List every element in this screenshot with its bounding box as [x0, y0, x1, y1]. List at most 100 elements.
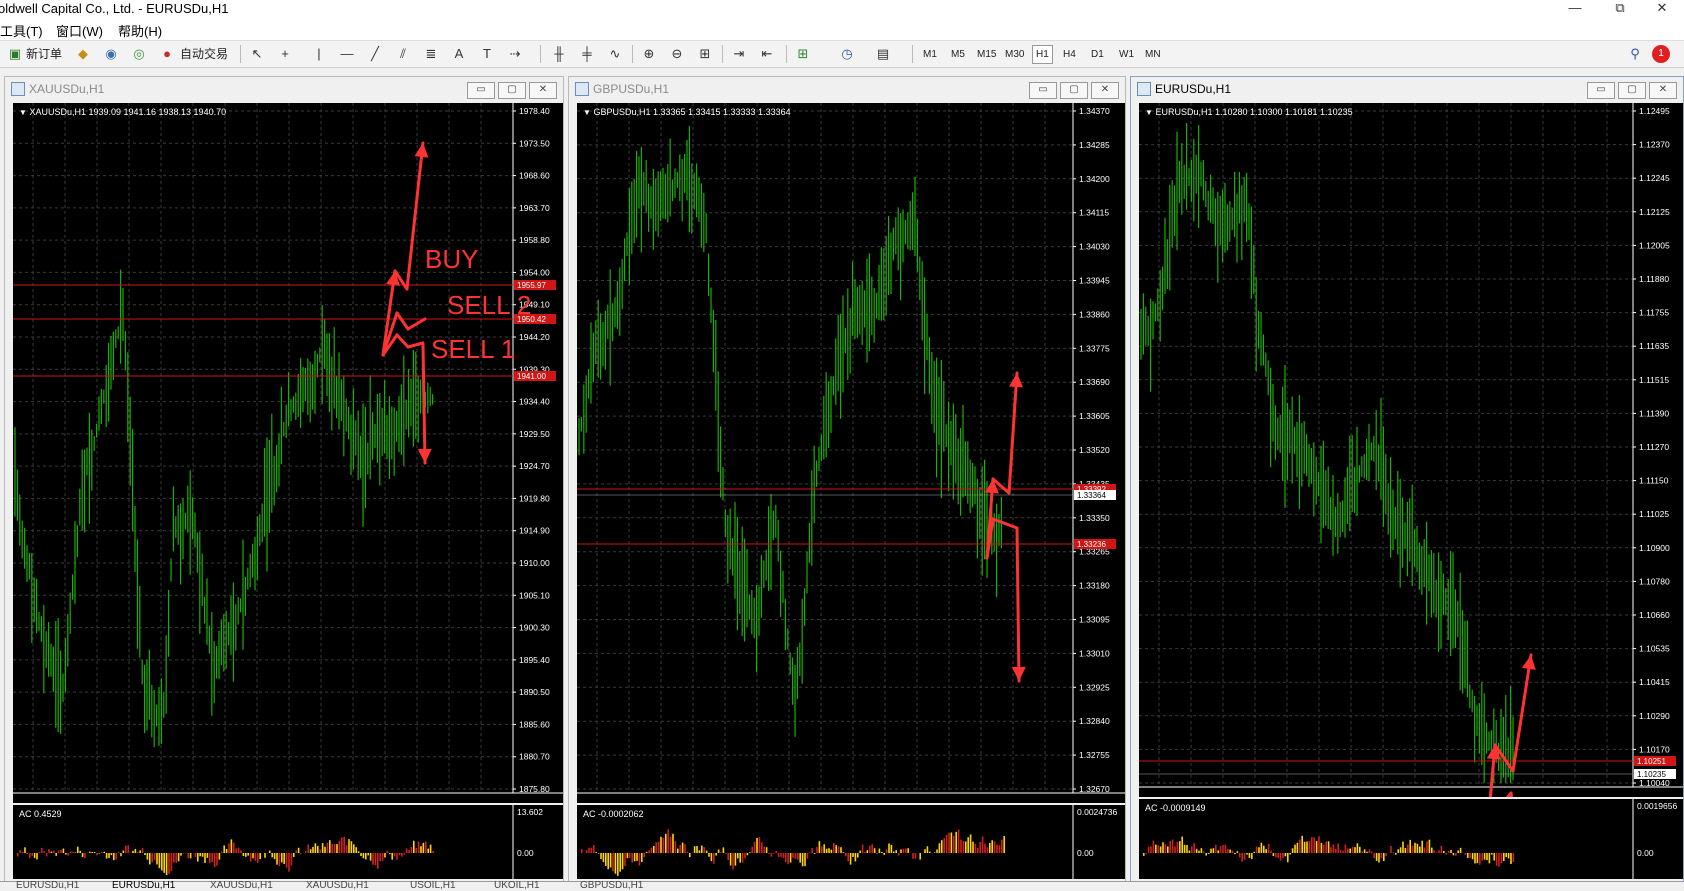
chart-minimize-button[interactable]: ▭ [467, 82, 495, 99]
timeframe-m15[interactable]: M15 [974, 46, 999, 63]
chart-tab[interactable]: XAUUSDu,H1 [210, 880, 273, 891]
timeframe-h4[interactable]: H4 [1060, 46, 1079, 63]
ac-bar [1222, 845, 1224, 853]
price-chart[interactable]: 1.343701.342851.342001.341151.340301.339… [577, 103, 1125, 803]
cursor-icon[interactable]: ↖ [248, 45, 266, 63]
chart-tab[interactable]: UKOIL,H1 [494, 880, 540, 891]
timeframe-m5[interactable]: M5 [948, 46, 968, 63]
price-tick-label: 1914.90 [519, 526, 550, 536]
candle-chart-icon[interactable]: ╪ [578, 45, 596, 63]
timeframe-d1[interactable]: D1 [1088, 46, 1107, 63]
ac-indicator-panel[interactable]: 0.00196560.00 AC -0.0009149 [1139, 799, 1683, 879]
price-tick-label: 1.34370 [1079, 106, 1110, 116]
ac-bar [175, 853, 177, 863]
ac-bar [1277, 853, 1279, 858]
ac-bar [888, 843, 890, 853]
price-chart[interactable]: 1.124951.123701.122451.121251.120051.118… [1139, 103, 1683, 797]
ac-bar [826, 849, 828, 853]
minimize-button[interactable]: — [1555, 0, 1595, 15]
menu-tools[interactable]: 工具(T) [0, 21, 43, 40]
chart-menu-icon[interactable]: ▼ [19, 108, 27, 117]
zoom-in-icon[interactable]: ⊕ [640, 45, 658, 63]
menu-help[interactable]: 帮助(H) [118, 21, 162, 40]
chart-close-button[interactable]: ✕ [1091, 82, 1119, 99]
chart-maximize-button[interactable]: ▢ [498, 82, 526, 99]
chart-tab-active[interactable]: EURUSDu,H1 [112, 880, 175, 891]
chart-menu-icon[interactable]: ▼ [1145, 108, 1153, 117]
ac-bar [807, 853, 809, 858]
periods-clock-icon[interactable]: ◷ [838, 45, 856, 63]
indicators-icon[interactable]: ⊞ [794, 45, 812, 63]
signals-icon[interactable]: ◎ [130, 45, 148, 63]
menu-window[interactable]: 窗口(W) [56, 21, 103, 40]
chart-minimize-button[interactable]: ▭ [1587, 82, 1615, 99]
arrows-icon[interactable]: ⇢ [506, 45, 524, 63]
ac-bar [996, 845, 998, 853]
ac-bar [898, 853, 900, 855]
ac-bar [396, 853, 398, 860]
ac-bar [259, 853, 261, 859]
notification-badge[interactable]: 1 [1652, 45, 1670, 63]
ac-bar [984, 844, 986, 853]
ac-bar [1289, 853, 1291, 855]
ac-bar [833, 843, 835, 853]
chart-tab[interactable]: XAUUSDu,H1 [306, 880, 369, 891]
timeframe-m1[interactable]: M1 [920, 46, 940, 63]
ac-bar [895, 850, 897, 853]
timeframe-m30[interactable]: M30 [1002, 46, 1027, 63]
search-icon[interactable]: ⚲ [1626, 45, 1644, 63]
autoscroll-icon[interactable]: ⇥ [730, 45, 748, 63]
crosshair-icon[interactable]: + [276, 45, 294, 63]
terminal-icon[interactable]: ◉ [102, 45, 120, 63]
ac-indicator-panel[interactable]: 0.00247360.00 AC -0.0002062 [577, 805, 1125, 879]
ac-indicator-panel[interactable]: 13.6020.00 AC 0.4529 [13, 805, 563, 879]
ac-bar [811, 848, 813, 853]
vertical-line-icon[interactable]: | [310, 45, 328, 63]
bar-chart-icon[interactable]: ╫ [550, 45, 568, 63]
zoom-out-icon[interactable]: ⊖ [668, 45, 686, 63]
horizontal-line-icon[interactable]: — [338, 45, 356, 63]
ac-bar [706, 851, 708, 853]
ac-bar [70, 851, 72, 853]
chart-close-button[interactable]: ✕ [1649, 82, 1677, 99]
price-tick-label: 1968.60 [519, 171, 550, 181]
tile-windows-icon[interactable]: ⊞ [696, 45, 714, 63]
ac-bar [1465, 853, 1467, 855]
chart-minimize-button[interactable]: ▭ [1029, 82, 1057, 99]
price-tick-label: 1.34200 [1079, 174, 1110, 184]
ac-bar [346, 845, 348, 853]
trendline-icon[interactable]: ╱ [366, 45, 384, 63]
text-icon[interactable]: A [450, 45, 468, 63]
ac-bar [291, 853, 293, 866]
ac-bar [1239, 853, 1241, 857]
ac-bar [1472, 853, 1474, 859]
text-label-icon[interactable]: T [478, 45, 496, 63]
line-chart-icon[interactable]: ∿ [606, 45, 624, 63]
ac-bar [862, 845, 864, 853]
chart-menu-icon[interactable]: ▼ [583, 108, 591, 117]
chart-tab[interactable]: GBPUSDu,H1 [580, 880, 643, 891]
ac-bar [413, 841, 415, 853]
timeframe-mn[interactable]: MN [1142, 46, 1164, 63]
restore-button[interactable]: ⧉ [1600, 0, 1640, 16]
chart-tab[interactable]: EURUSDu,H1 [16, 880, 79, 891]
chart-shift-icon[interactable]: ⇤ [758, 45, 776, 63]
auto-trade-button[interactable]: 自动交易 [180, 44, 228, 64]
ac-bar [367, 853, 369, 855]
metaeditor-icon[interactable]: ◆ [74, 45, 92, 63]
timeframe-w1[interactable]: W1 [1116, 46, 1137, 63]
channel-icon[interactable]: ⫽ [394, 45, 412, 63]
fibonacci-icon[interactable]: ≣ [422, 45, 440, 63]
close-window-button[interactable]: ✕ [1642, 0, 1682, 16]
ac-bar [187, 853, 189, 858]
ac-bar [1234, 853, 1236, 854]
chart-close-button[interactable]: ✕ [529, 82, 557, 99]
chart-maximize-button[interactable]: ▢ [1618, 82, 1646, 99]
ac-bar [675, 841, 677, 853]
new-order-button[interactable]: 新订单 [26, 44, 62, 64]
timeframe-h1[interactable]: H1 [1032, 45, 1053, 64]
templates-icon[interactable]: ▤ [874, 45, 892, 63]
price-chart[interactable]: 1978.401973.501968.601963.701958.801954.… [13, 103, 563, 803]
chart-maximize-button[interactable]: ▢ [1060, 82, 1088, 99]
chart-tab[interactable]: USOIL,H1 [410, 880, 456, 891]
